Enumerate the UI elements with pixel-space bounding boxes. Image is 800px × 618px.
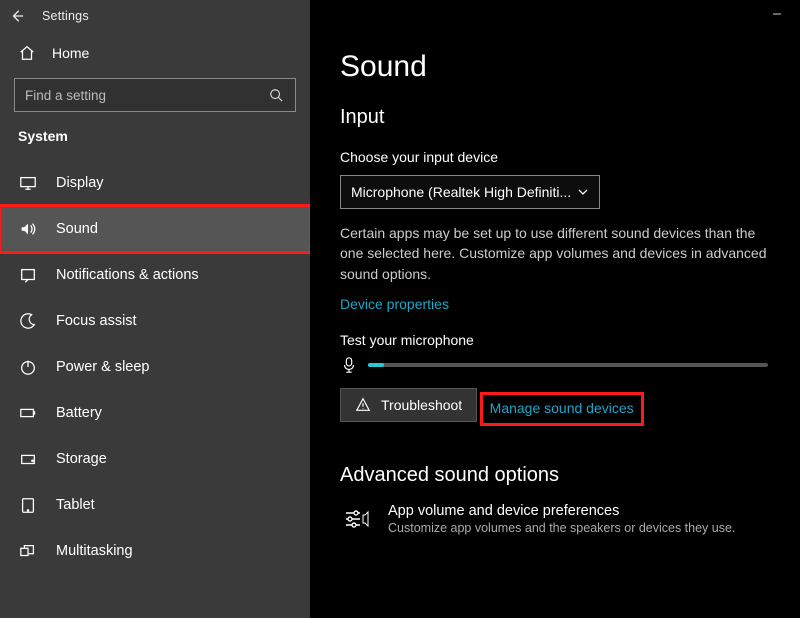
sound-icon xyxy=(18,219,38,239)
nav-label: Battery xyxy=(56,405,102,421)
nav-label: Sound xyxy=(56,221,98,237)
app-title: Settings xyxy=(42,9,89,23)
nav-label: Notifications & actions xyxy=(56,267,199,283)
titlebar: Settings xyxy=(0,0,310,32)
nav-list: Display Sound Notifications & actions Fo… xyxy=(0,160,310,574)
settings-window: Settings Home System Display xyxy=(0,0,800,618)
manage-sound-devices-link[interactable]: Manage sound devices xyxy=(490,400,634,416)
sidebar-item-display[interactable]: Display xyxy=(0,160,310,206)
sidebar-item-battery[interactable]: Battery xyxy=(0,390,310,436)
nav-label: Display xyxy=(56,175,104,191)
sliders-icon xyxy=(340,503,372,535)
test-mic-label: Test your microphone xyxy=(340,332,770,348)
troubleshoot-label: Troubleshoot xyxy=(381,397,462,413)
sidebar: Settings Home System Display xyxy=(0,0,310,618)
sidebar-item-tablet[interactable]: Tablet xyxy=(0,482,310,528)
power-icon xyxy=(18,357,38,377)
home-icon xyxy=(18,44,36,62)
nav-label: Storage xyxy=(56,451,107,467)
dropdown-value: Microphone (Realtek High Definiti... xyxy=(351,184,571,200)
input-description: Certain apps may be set up to use differ… xyxy=(340,223,770,284)
search-icon xyxy=(269,88,285,102)
page-title: Sound xyxy=(340,50,770,84)
back-button[interactable] xyxy=(10,9,24,23)
adv-text: App volume and device preferences Custom… xyxy=(388,503,735,535)
tablet-icon xyxy=(18,495,38,515)
sidebar-item-sound[interactable]: Sound xyxy=(0,206,310,252)
nav-label: Focus assist xyxy=(56,313,137,329)
input-device-label: Choose your input device xyxy=(340,149,770,165)
display-icon xyxy=(18,173,38,193)
sidebar-item-power-sleep[interactable]: Power & sleep xyxy=(0,344,310,390)
search-input[interactable] xyxy=(14,78,296,112)
sidebar-item-notifications[interactable]: Notifications & actions xyxy=(0,252,310,298)
sidebar-item-focus-assist[interactable]: Focus assist xyxy=(0,298,310,344)
microphone-icon xyxy=(340,356,358,374)
adv-item-desc: Customize app volumes and the speakers o… xyxy=(388,521,735,535)
app-volume-preferences[interactable]: App volume and device preferences Custom… xyxy=(340,503,770,535)
adv-item-title: App volume and device preferences xyxy=(388,503,735,519)
chevron-down-icon xyxy=(577,186,589,198)
search-field[interactable] xyxy=(25,88,269,103)
main-content: Sound Input Choose your input device Mic… xyxy=(310,0,800,618)
nav-label: Multitasking xyxy=(56,543,133,559)
moon-icon xyxy=(18,311,38,331)
minimize-button[interactable] xyxy=(754,0,800,28)
sidebar-home[interactable]: Home xyxy=(0,32,310,74)
storage-icon xyxy=(18,449,38,469)
mic-level-bar xyxy=(368,363,768,367)
device-properties-link[interactable]: Device properties xyxy=(340,296,449,312)
notifications-icon xyxy=(18,265,38,285)
mic-test-row xyxy=(340,356,770,374)
troubleshoot-button[interactable]: Troubleshoot xyxy=(340,388,477,422)
battery-icon xyxy=(18,403,38,423)
advanced-options-title: Advanced sound options xyxy=(340,464,770,487)
sidebar-item-storage[interactable]: Storage xyxy=(0,436,310,482)
input-device-dropdown[interactable]: Microphone (Realtek High Definiti... xyxy=(340,175,600,209)
window-controls xyxy=(754,0,800,28)
nav-label: Tablet xyxy=(56,497,95,513)
sidebar-item-multitasking[interactable]: Multitasking xyxy=(0,528,310,574)
section-label: System xyxy=(0,124,310,150)
multitasking-icon xyxy=(18,541,38,561)
home-label: Home xyxy=(52,45,89,61)
nav-label: Power & sleep xyxy=(56,359,150,375)
warning-icon xyxy=(355,397,371,413)
section-title-input: Input xyxy=(340,106,770,129)
manage-sound-devices-box: Manage sound devices xyxy=(482,394,642,424)
